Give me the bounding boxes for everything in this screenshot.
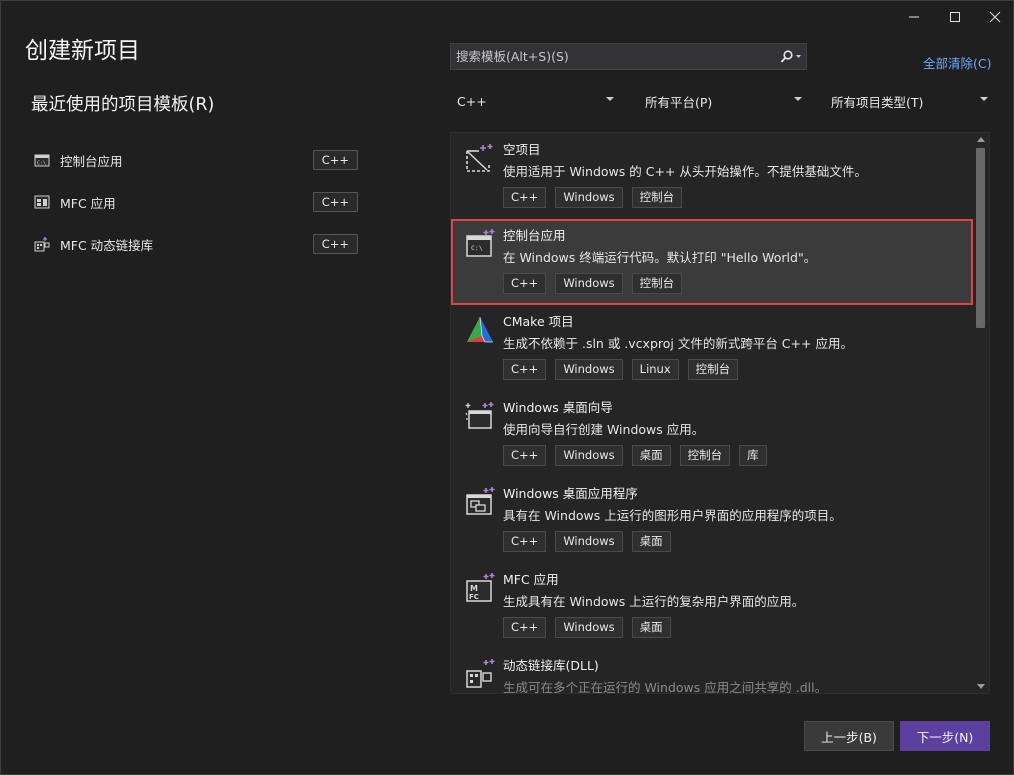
next-button[interactable]: 下一步(N) (900, 721, 990, 751)
template-name: CMake 项目 (503, 314, 574, 329)
clear-all-link[interactable]: 全部清除(C) (923, 53, 991, 72)
template-tag: C++ (503, 359, 547, 380)
svg-text:FC: FC (469, 593, 479, 601)
project-type-filter-dropdown[interactable]: 所有项目类型(T) (831, 89, 988, 113)
language-tag: C++ (312, 150, 358, 170)
platform-filter-value: 所有平台(P) (645, 94, 713, 110)
page-title: 创建新项目 (25, 38, 140, 64)
template-cmake-project[interactable]: CMake 项目 生成不依赖于 .sln 或 .vcxproj 文件的新式跨平台… (451, 305, 973, 391)
template-name: Windows 桌面向导 (503, 400, 613, 415)
svg-text:M: M (470, 584, 478, 593)
back-button[interactable]: 上一步(B) (804, 721, 894, 751)
create-project-window: 创建新项目 最近使用的项目模板(R) C:\ 控制台应用 C++ MFC 应用 … (0, 0, 1014, 775)
mfc-app-icon: M FC (466, 573, 495, 602)
language-tag: C++ (312, 234, 358, 254)
template-search-input[interactable] (451, 44, 778, 69)
recent-item-label: MFC 动态链接库 (60, 237, 154, 253)
recent-templates-heading: 最近使用的项目模板(R) (31, 95, 215, 115)
template-description: 生成不依赖于 .sln 或 .vcxproj 文件的新式跨平台 C++ 应用。 (503, 336, 853, 351)
template-tag: 控制台 (631, 273, 683, 294)
close-button[interactable] (975, 3, 1014, 31)
scroll-down-icon[interactable] (976, 681, 986, 691)
recent-templates-list: C:\ 控制台应用 C++ MFC 应用 C++ MFC 动态链接库 C++ (31, 139, 361, 265)
template-tag: Windows (555, 617, 623, 638)
template-tag: Windows (555, 359, 623, 380)
template-tag: Windows (555, 273, 623, 294)
close-icon (989, 11, 1001, 23)
template-tag: 桌面 (631, 445, 671, 466)
recent-item-label: MFC 应用 (60, 195, 116, 211)
console-app-icon: C:\ (34, 154, 50, 167)
dll-icon (466, 659, 495, 688)
platform-filter-dropdown[interactable]: 所有平台(P) (645, 89, 802, 113)
template-desktop-app[interactable]: Windows 桌面应用程序 具有在 Windows 上运行的图形用户界面的应用… (451, 477, 973, 563)
template-tag: Linux (631, 359, 679, 380)
template-tag: Windows (555, 531, 623, 552)
chevron-down-icon (980, 97, 988, 101)
recent-item-console-app[interactable]: C:\ 控制台应用 C++ (31, 139, 361, 181)
language-filter-dropdown[interactable]: C++ (457, 89, 614, 113)
language-filter-value: C++ (457, 93, 487, 109)
template-tag: 桌面 (631, 617, 671, 638)
template-description: 生成可在多个正在运行的 Windows 应用之间共享的 .dll。 (503, 680, 828, 694)
template-name: 动态链接库(DLL) (503, 658, 599, 673)
chevron-down-icon (606, 97, 614, 101)
template-desktop-wizard[interactable]: Windows 桌面向导 使用向导自行创建 Windows 应用。 C++ Wi… (451, 391, 973, 477)
template-name: Windows 桌面应用程序 (503, 486, 638, 501)
template-name: 空项目 (503, 142, 541, 157)
recent-item-label: 控制台应用 (60, 153, 123, 169)
desktop-wizard-icon (465, 402, 494, 429)
template-tag: Windows (555, 187, 623, 208)
template-console-app[interactable]: C:\ 控制台应用 在 Windows 终端运行代码。默认打印 "Hello W… (451, 219, 973, 305)
svg-text:C:\: C:\ (37, 161, 46, 167)
maximize-button[interactable] (935, 3, 975, 31)
scroll-up-icon[interactable] (976, 135, 986, 145)
minimize-button[interactable] (894, 3, 934, 31)
desktop-app-icon (466, 487, 495, 515)
console-app-icon: C:\ (466, 229, 495, 257)
template-dll[interactable]: 动态链接库(DLL) 生成可在多个正在运行的 Windows 应用之间共享的 .… (451, 649, 973, 694)
project-type-filter-value: 所有项目类型(T) (831, 94, 924, 110)
language-tag: C++ (312, 192, 358, 212)
template-search-box[interactable] (450, 43, 807, 70)
chevron-down-icon (794, 97, 802, 101)
template-tag: C++ (503, 617, 547, 638)
maximize-icon (950, 12, 960, 22)
template-list[interactable]: 空项目 使用适用于 Windows 的 C++ 从头开始操作。不提供基础文件。 … (450, 132, 990, 694)
template-description: 生成具有在 Windows 上运行的复杂用户界面的应用。 (503, 594, 805, 609)
mfc-dll-icon (34, 237, 50, 252)
template-mfc-app[interactable]: M FC MFC 应用 生成具有在 Windows 上运行的复杂用户界面的应用。… (451, 563, 973, 649)
minimize-icon (909, 16, 919, 18)
scrollbar-thumb[interactable] (976, 148, 985, 328)
template-tag: C++ (503, 187, 547, 208)
svg-text:C:\: C:\ (471, 244, 483, 252)
template-tag: C++ (503, 531, 547, 552)
template-tag: C++ (503, 445, 547, 466)
template-tag: 库 (739, 445, 767, 466)
search-options-button[interactable] (778, 49, 806, 64)
cmake-icon (467, 316, 493, 343)
recent-item-mfc-app[interactable]: MFC 应用 C++ (31, 181, 361, 223)
template-list-scrollbar[interactable] (973, 132, 989, 694)
template-tag: Windows (555, 445, 623, 466)
template-tag: C++ (503, 273, 547, 294)
template-tag: 控制台 (631, 187, 683, 208)
template-tag: 桌面 (631, 531, 671, 552)
template-description: 具有在 Windows 上运行的图形用户界面的应用程序的项目。 (503, 508, 842, 523)
template-name: MFC 应用 (503, 572, 559, 587)
template-name: 控制台应用 (503, 228, 566, 243)
mfc-app-icon (34, 195, 50, 209)
empty-project-icon (466, 144, 493, 172)
template-description: 使用向导自行创建 Windows 应用。 (503, 422, 705, 437)
template-description: 使用适用于 Windows 的 C++ 从头开始操作。不提供基础文件。 (503, 164, 867, 179)
template-description: 在 Windows 终端运行代码。默认打印 "Hello World"。 (503, 250, 817, 265)
search-icon (780, 49, 801, 63)
template-empty-project[interactable]: 空项目 使用适用于 Windows 的 C++ 从头开始操作。不提供基础文件。 … (451, 133, 973, 219)
template-tag: 控制台 (679, 445, 731, 466)
template-tag: 控制台 (687, 359, 739, 380)
recent-item-mfc-dll[interactable]: MFC 动态链接库 C++ (31, 223, 361, 265)
